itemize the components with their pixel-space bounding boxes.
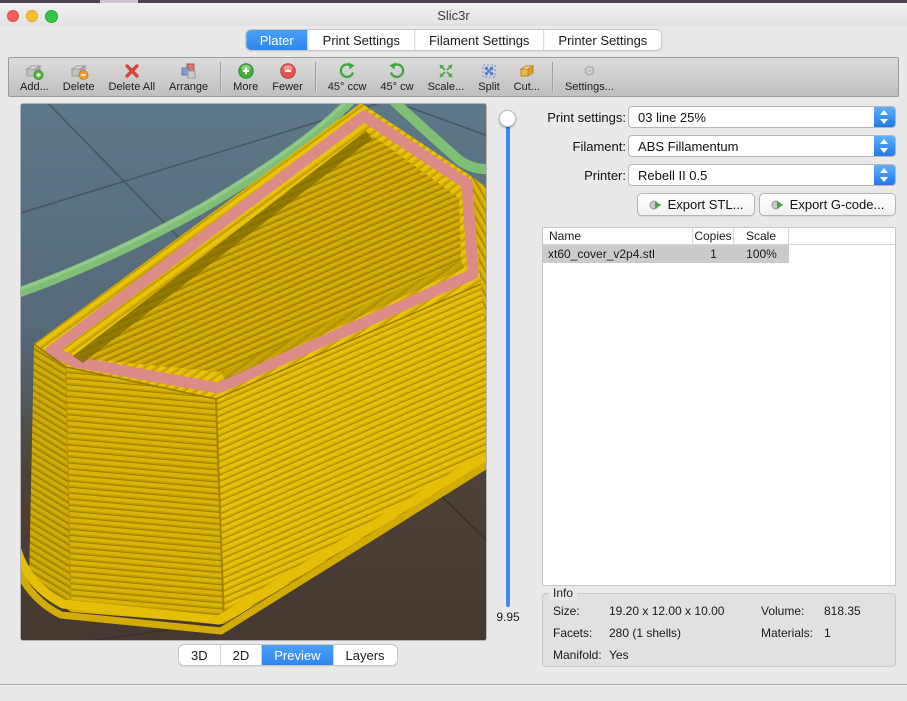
- scale-arrows-icon: [436, 61, 456, 81]
- toolbar-label: 45° ccw: [328, 81, 367, 94]
- manifold-value: Yes: [609, 648, 629, 662]
- toolbar: Add... Delete Delete All Arrange More: [8, 57, 899, 97]
- size-label: Size:: [553, 604, 580, 618]
- app-window: Slic3r Plater Print Settings Filament Se…: [0, 0, 907, 701]
- settings-button[interactable]: ⚙ Settings...: [558, 58, 621, 96]
- manifold-label: Manifold:: [553, 648, 602, 662]
- filament-dropdown[interactable]: ABS Fillamentum: [628, 135, 896, 157]
- tab-layers[interactable]: Layers: [334, 645, 397, 665]
- window-title: Slic3r: [0, 8, 907, 23]
- export-gcode-button[interactable]: Export G-code...: [759, 193, 896, 216]
- dropdown-stepper-icon: [874, 136, 895, 156]
- delete-all-button[interactable]: Delete All: [102, 58, 162, 96]
- more-button[interactable]: More: [226, 58, 265, 96]
- tab-3d[interactable]: 3D: [179, 645, 221, 665]
- toolbar-label: Scale...: [428, 81, 465, 94]
- cut-button[interactable]: Cut...: [507, 58, 547, 96]
- export-stl-button[interactable]: Export STL...: [637, 193, 755, 216]
- print-settings-label: Print settings:: [414, 110, 626, 125]
- print-settings-dropdown[interactable]: 03 line 25%: [628, 106, 896, 128]
- print-settings-value: 03 line 25%: [638, 110, 706, 125]
- toolbar-label: Delete: [63, 81, 95, 94]
- delete-button[interactable]: Delete: [56, 58, 102, 96]
- cubes-icon: [179, 61, 199, 81]
- toolbar-label: Settings...: [565, 81, 614, 94]
- table-row[interactable]: xt60_cover_v2p4.stl 1 100%: [543, 245, 895, 263]
- volume-value: 818.35: [824, 604, 861, 618]
- green-plus-ball-icon: [236, 61, 256, 81]
- scale-button[interactable]: Scale...: [421, 58, 472, 96]
- row-copies: 1: [693, 245, 734, 263]
- split-button[interactable]: Split: [471, 58, 506, 96]
- gear-icon: ⚙: [583, 61, 596, 81]
- facets-label: Facets:: [553, 626, 592, 640]
- arrange-button[interactable]: Arrange: [162, 58, 215, 96]
- dropdown-stepper-icon: [874, 107, 895, 127]
- printer-dropdown[interactable]: Rebell II 0.5: [628, 164, 896, 186]
- materials-label: Materials:: [761, 626, 813, 640]
- tab-preview[interactable]: Preview: [262, 645, 333, 665]
- printer-value: Rebell II 0.5: [638, 168, 707, 183]
- red-cross-icon: [122, 61, 142, 81]
- info-group: Size: 19.20 x 12.00 x 10.00 Volume: 818.…: [542, 593, 896, 667]
- tab-filament-settings[interactable]: Filament Settings: [415, 30, 544, 50]
- objects-table-header[interactable]: Name Copies Scale: [543, 228, 895, 245]
- toolbar-label: Split: [478, 81, 499, 94]
- toolbar-label: Cut...: [514, 81, 540, 94]
- size-value: 19.20 x 12.00 x 10.00: [609, 604, 724, 618]
- row-scale: 100%: [734, 245, 789, 263]
- view-mode-tabs: 3D 2D Preview Layers: [178, 644, 398, 666]
- filament-label: Filament:: [414, 139, 626, 154]
- facets-value: 280 (1 shells): [609, 626, 681, 640]
- add-button[interactable]: Add...: [13, 58, 56, 96]
- export-arrow-icon: [771, 198, 785, 212]
- layer-slider[interactable]: [506, 113, 510, 607]
- rotate-cw-icon: [387, 61, 407, 81]
- info-group-title: Info: [549, 586, 577, 600]
- printer-label: Printer:: [414, 168, 626, 183]
- toolbar-separator: [315, 62, 316, 92]
- viewport-3d[interactable]: [20, 103, 487, 641]
- toolbar-label: Delete All: [109, 81, 155, 94]
- fewer-button[interactable]: Fewer: [265, 58, 310, 96]
- toolbar-label: More: [233, 81, 258, 94]
- tab-printer-settings[interactable]: Printer Settings: [544, 30, 661, 50]
- column-scale[interactable]: Scale: [734, 228, 789, 245]
- layer-height-value: 9.95: [489, 610, 527, 624]
- filament-value: ABS Fillamentum: [638, 139, 738, 154]
- export-arrow-icon: [649, 198, 663, 212]
- rotate-ccw-icon: [337, 61, 357, 81]
- toolbar-separator: [220, 62, 221, 92]
- rotate-cw-button[interactable]: 45° cw: [373, 58, 420, 96]
- toolbar-separator: [552, 62, 553, 92]
- materials-value: 1: [824, 626, 831, 640]
- red-minus-ball-icon: [278, 61, 298, 81]
- objects-table: Name Copies Scale xt60_cover_v2p4.stl 1 …: [542, 227, 896, 586]
- box-plus-icon: [24, 61, 44, 81]
- export-stl-label: Export STL...: [668, 197, 744, 212]
- dropdown-stepper-icon: [874, 165, 895, 185]
- cut-box-icon: [517, 61, 537, 81]
- tab-2d[interactable]: 2D: [221, 645, 263, 665]
- row-name: xt60_cover_v2p4.stl: [543, 245, 693, 263]
- column-name[interactable]: Name: [543, 228, 693, 245]
- box-minus-icon: [69, 61, 89, 81]
- toolbar-label: Add...: [20, 81, 49, 94]
- main-tab-bar: Plater Print Settings Filament Settings …: [245, 29, 663, 51]
- toolbar-label: 45° cw: [380, 81, 413, 94]
- tab-print-settings[interactable]: Print Settings: [309, 30, 415, 50]
- export-gcode-label: Export G-code...: [790, 197, 885, 212]
- titlebar[interactable]: Slic3r: [0, 3, 907, 26]
- column-copies[interactable]: Copies: [693, 228, 734, 245]
- toolbar-label: Arrange: [169, 81, 208, 94]
- split-dots-icon: [479, 61, 499, 81]
- rotate-ccw-button[interactable]: 45° ccw: [321, 58, 374, 96]
- tab-plater[interactable]: Plater: [246, 30, 309, 50]
- volume-label: Volume:: [761, 604, 804, 618]
- toolbar-label: Fewer: [272, 81, 303, 94]
